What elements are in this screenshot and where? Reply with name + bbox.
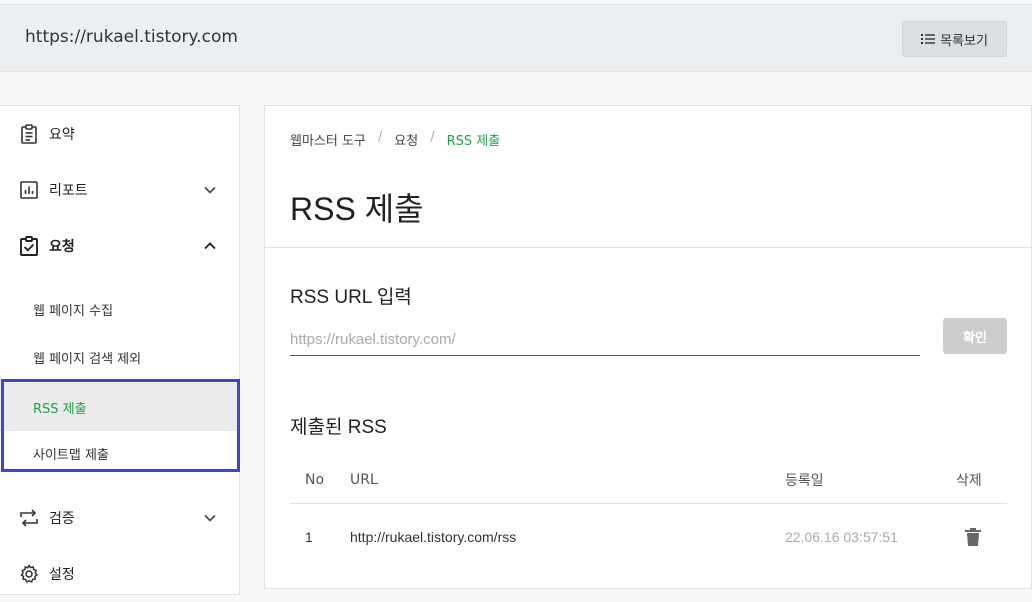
list-view-button[interactable]: 목록보기	[902, 21, 1007, 57]
sidebar-item-summary[interactable]: 요약	[0, 106, 239, 162]
breadcrumb-separator: /	[377, 130, 383, 145]
trash-icon[interactable]	[964, 527, 982, 547]
repeat-icon	[18, 507, 40, 529]
sidebar-item-label: 요청	[49, 239, 75, 255]
chevron-down-icon[interactable]	[202, 510, 218, 526]
row-url[interactable]: http://rukael.tistory.com/rss	[350, 529, 516, 545]
sidebar-item-verify[interactable]: 검증	[0, 490, 239, 546]
sidebar-item-label: 요약	[49, 127, 75, 143]
page-title: RSS 제출	[290, 191, 424, 227]
gear-icon	[18, 563, 40, 585]
bar-chart-icon	[18, 179, 40, 201]
breadcrumb-separator: /	[430, 130, 435, 145]
column-header-delete: 삭제	[956, 472, 982, 489]
breadcrumb: 웹마스터 도구 / 요청 / RSS 제출	[290, 130, 500, 149]
sidebar-subitem-label: 웹 페이지 수집	[33, 303, 114, 319]
sidebar-item-settings[interactable]: 설정	[0, 546, 239, 602]
clipboard-icon	[18, 123, 40, 145]
sidebar-subitem-web-page-exclude[interactable]: 웹 페이지 검색 제외	[0, 333, 239, 381]
column-header-date: 등록일	[785, 472, 824, 489]
sidebar-item-report[interactable]: 리포트	[0, 162, 239, 218]
chevron-down-icon[interactable]	[202, 182, 218, 198]
row-date: 22.06.16 03:57:51	[785, 529, 898, 545]
sidebar-subitem-label: 웹 페이지 검색 제외	[33, 351, 142, 367]
sidebar-item-label: 검증	[49, 511, 75, 527]
breadcrumb-parent[interactable]: 요청	[394, 130, 418, 149]
chevron-up-icon[interactable]	[202, 238, 218, 254]
confirm-button[interactable]: 확인	[943, 318, 1007, 354]
table-header: No URL 등록일 삭제	[290, 456, 1007, 504]
sidebar-item-request[interactable]: 요청	[0, 218, 239, 274]
site-url[interactable]: https://rukael.tistory.com	[25, 27, 238, 47]
rss-url-input-title: RSS URL 입력	[290, 287, 412, 308]
breadcrumb-root[interactable]: 웹마스터 도구	[290, 130, 366, 149]
clipboard-check-icon	[18, 235, 40, 257]
submitted-rss-title: 제출된 RSS	[290, 417, 387, 438]
sidebar-item-label: 리포트	[49, 183, 88, 199]
list-view-label: 목록보기	[940, 33, 988, 49]
sidebar: 요약 리포트 요청 웹 페이지 수집 웹 페이지 검색 제외 RSS 제출 사이…	[0, 105, 240, 595]
sidebar-item-label: 설정	[49, 567, 75, 583]
row-no: 1	[305, 529, 313, 545]
top-bar: https://rukael.tistory.com 목록보기	[0, 4, 1032, 72]
rss-url-input[interactable]	[290, 324, 920, 356]
selection-highlight	[1, 379, 240, 472]
sidebar-subitem-web-page-collect[interactable]: 웹 페이지 수집	[0, 285, 239, 333]
breadcrumb-current: RSS 제출	[446, 134, 501, 149]
list-icon	[921, 34, 936, 44]
main-panel: 웹마스터 도구 / 요청 / RSS 제출 RSS 제출 RSS URL 입력 …	[264, 105, 1032, 589]
column-header-no: No	[305, 471, 325, 488]
table-row: 1 http://rukael.tistory.com/rss 22.06.16…	[290, 504, 1007, 570]
column-header-url: URL	[350, 471, 378, 488]
divider	[265, 247, 1031, 248]
